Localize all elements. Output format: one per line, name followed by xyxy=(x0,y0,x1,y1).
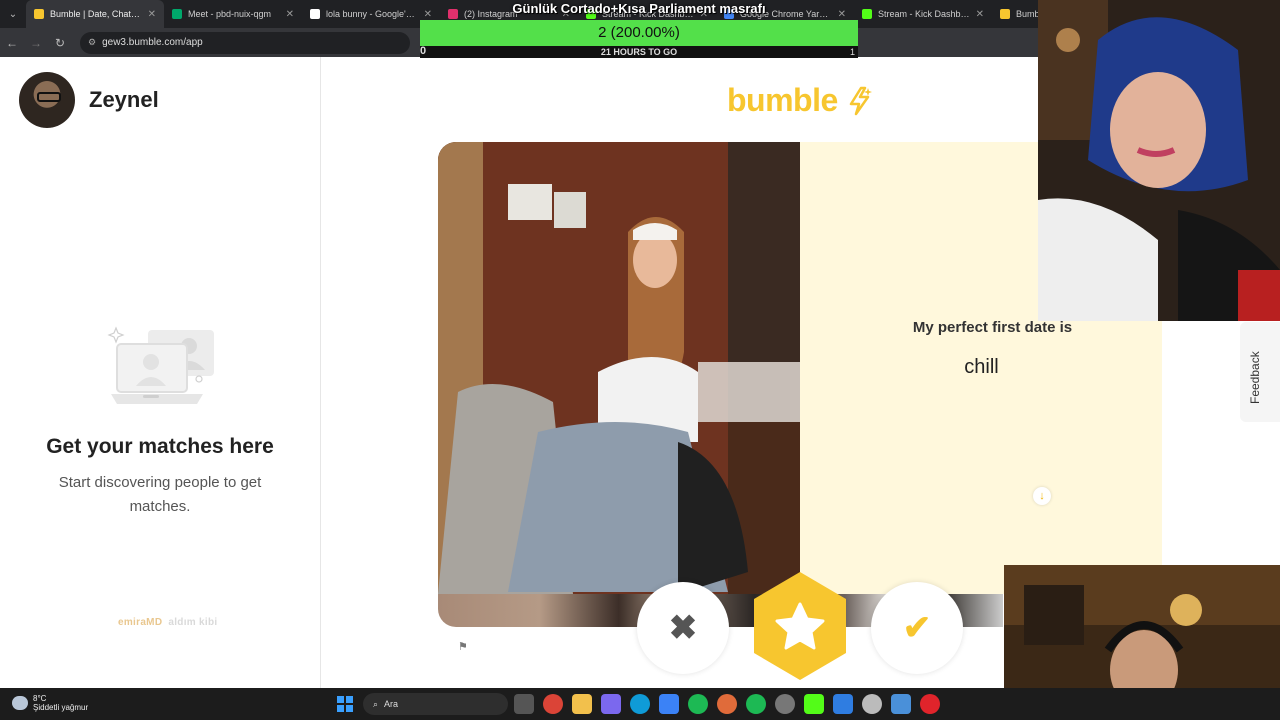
tab-close-icon[interactable]: ✕ xyxy=(148,9,156,20)
tab-title: Stream - Kick Dashboard xyxy=(878,9,970,19)
avatar[interactable] xyxy=(19,72,75,128)
close-icon: ✖ xyxy=(668,609,698,647)
taskbar-apps xyxy=(514,694,940,714)
windows-start-icon[interactable] xyxy=(337,696,353,712)
report-flag-icon[interactable]: ⚑ xyxy=(458,640,468,653)
goal-time-left: 21 HOURS TO GO xyxy=(600,47,678,57)
tab-title: lola bunny - Google'da Ara xyxy=(326,9,418,19)
tab-favicon-icon xyxy=(34,9,44,19)
gear-app-icon[interactable] xyxy=(862,694,882,714)
tab-search-icon[interactable]: ⌄ xyxy=(0,0,26,28)
copilot-icon[interactable] xyxy=(601,694,621,714)
tab-favicon-icon xyxy=(1000,9,1010,19)
empty-matches-title: Get your matches here xyxy=(46,435,274,458)
tab-favicon-icon xyxy=(310,9,320,19)
stream-watermark: emiraMD aldım kibi xyxy=(118,617,217,628)
tab-title: Bumble | Date, Chat, Meet xyxy=(50,9,142,19)
file-explorer-icon[interactable] xyxy=(572,694,592,714)
check-icon: ✔ xyxy=(902,609,932,647)
search-placeholder: Ara xyxy=(384,699,399,709)
watermark-part-b: aldım kibi xyxy=(168,617,218,628)
prompt-answer: chill xyxy=(964,356,999,378)
tab-close-icon[interactable]: ✕ xyxy=(286,9,294,20)
like-button[interactable]: ✔ xyxy=(871,582,963,674)
empty-matches-subtitle: Start discovering people to get matches. xyxy=(58,474,262,515)
tab-favicon-icon xyxy=(172,9,182,19)
stream-goal-overlay: Günlük Cortado+Kısa Parliament masrafı 2… xyxy=(420,0,858,60)
profile-photo[interactable] xyxy=(438,142,800,594)
scroll-down-icon[interactable]: ↓ xyxy=(1033,487,1051,505)
goal-progress-bar: 2 (200.00%) xyxy=(420,20,858,46)
bumble-logo-text: bumble xyxy=(727,82,838,118)
spotify-icon[interactable] xyxy=(688,694,708,714)
goal-footer: 0 21 HOURS TO GO 1 xyxy=(420,45,858,58)
prompt-question: My perfect first date is xyxy=(912,319,1073,336)
cloud-rain-icon xyxy=(12,696,28,710)
webcam-overlay-guest xyxy=(1038,0,1280,321)
tab-title: Meet - pbd-nuix-qgm xyxy=(188,9,272,19)
weather-widget[interactable]: 8°C Şiddetli yağmur xyxy=(12,694,88,712)
empty-matches-illustration xyxy=(107,326,214,404)
user-name[interactable]: Zeynel xyxy=(89,87,159,113)
chrome-icon[interactable] xyxy=(543,694,563,714)
browser-tab[interactable]: Meet - pbd-nuix-qgm ✕ xyxy=(164,0,302,28)
tab-close-icon[interactable]: ✕ xyxy=(976,9,984,20)
url-field[interactable]: ⚙ gew3.bumble.com/app xyxy=(80,31,410,54)
forward-icon[interactable]: → xyxy=(24,36,48,50)
goal-title: Günlük Cortado+Kısa Parliament masrafı xyxy=(512,1,766,16)
bolt-icon xyxy=(849,86,872,116)
feedback-tab[interactable]: Feedback xyxy=(1240,322,1280,422)
weather-desc: Şiddetli yağmur xyxy=(33,703,89,712)
watermark-part-a: emiraMD xyxy=(118,617,163,628)
reload-icon[interactable]: ↻ xyxy=(48,36,72,50)
taskbar-search[interactable]: ⌕ Ara xyxy=(363,693,508,715)
pass-button[interactable]: ✖ xyxy=(637,582,729,674)
windows-taskbar: 8°C Şiddetli yağmur ⌕ Ara xyxy=(0,688,1280,720)
chrome-profile-icon[interactable] xyxy=(717,694,737,714)
superswipe-button[interactable] xyxy=(746,572,854,680)
spotify-alt-icon[interactable] xyxy=(746,694,766,714)
store-icon[interactable] xyxy=(659,694,679,714)
matches-sidebar: Zeynel Get your matches here Start disco… xyxy=(0,57,321,688)
goal-progress-text: 2 (200.00%) xyxy=(598,24,680,41)
opera-icon[interactable] xyxy=(920,694,940,714)
photos-icon[interactable] xyxy=(833,694,853,714)
back-icon[interactable]: ← xyxy=(0,36,24,50)
search-icon: ⌕ xyxy=(373,699,379,709)
url-text: gew3.bumble.com/app xyxy=(102,37,203,48)
browser-tab[interactable]: Stream - Kick Dashboard ✕ xyxy=(854,0,992,28)
edge-icon[interactable] xyxy=(630,694,650,714)
task-view-icon[interactable] xyxy=(514,694,534,714)
feedback-label: Feedback xyxy=(1248,351,1262,404)
weather-temp: 8°C xyxy=(33,694,47,703)
vpn-icon[interactable] xyxy=(891,694,911,714)
goal-max-label: 1 xyxy=(849,47,855,57)
browser-tab[interactable]: Bumble | Date, Chat, Meet ✕ xyxy=(26,0,164,28)
tab-favicon-icon xyxy=(862,9,872,19)
kick-app-icon[interactable] xyxy=(804,694,824,714)
settings-icon[interactable] xyxy=(775,694,795,714)
site-info-icon[interactable]: ⚙ xyxy=(88,37,96,48)
